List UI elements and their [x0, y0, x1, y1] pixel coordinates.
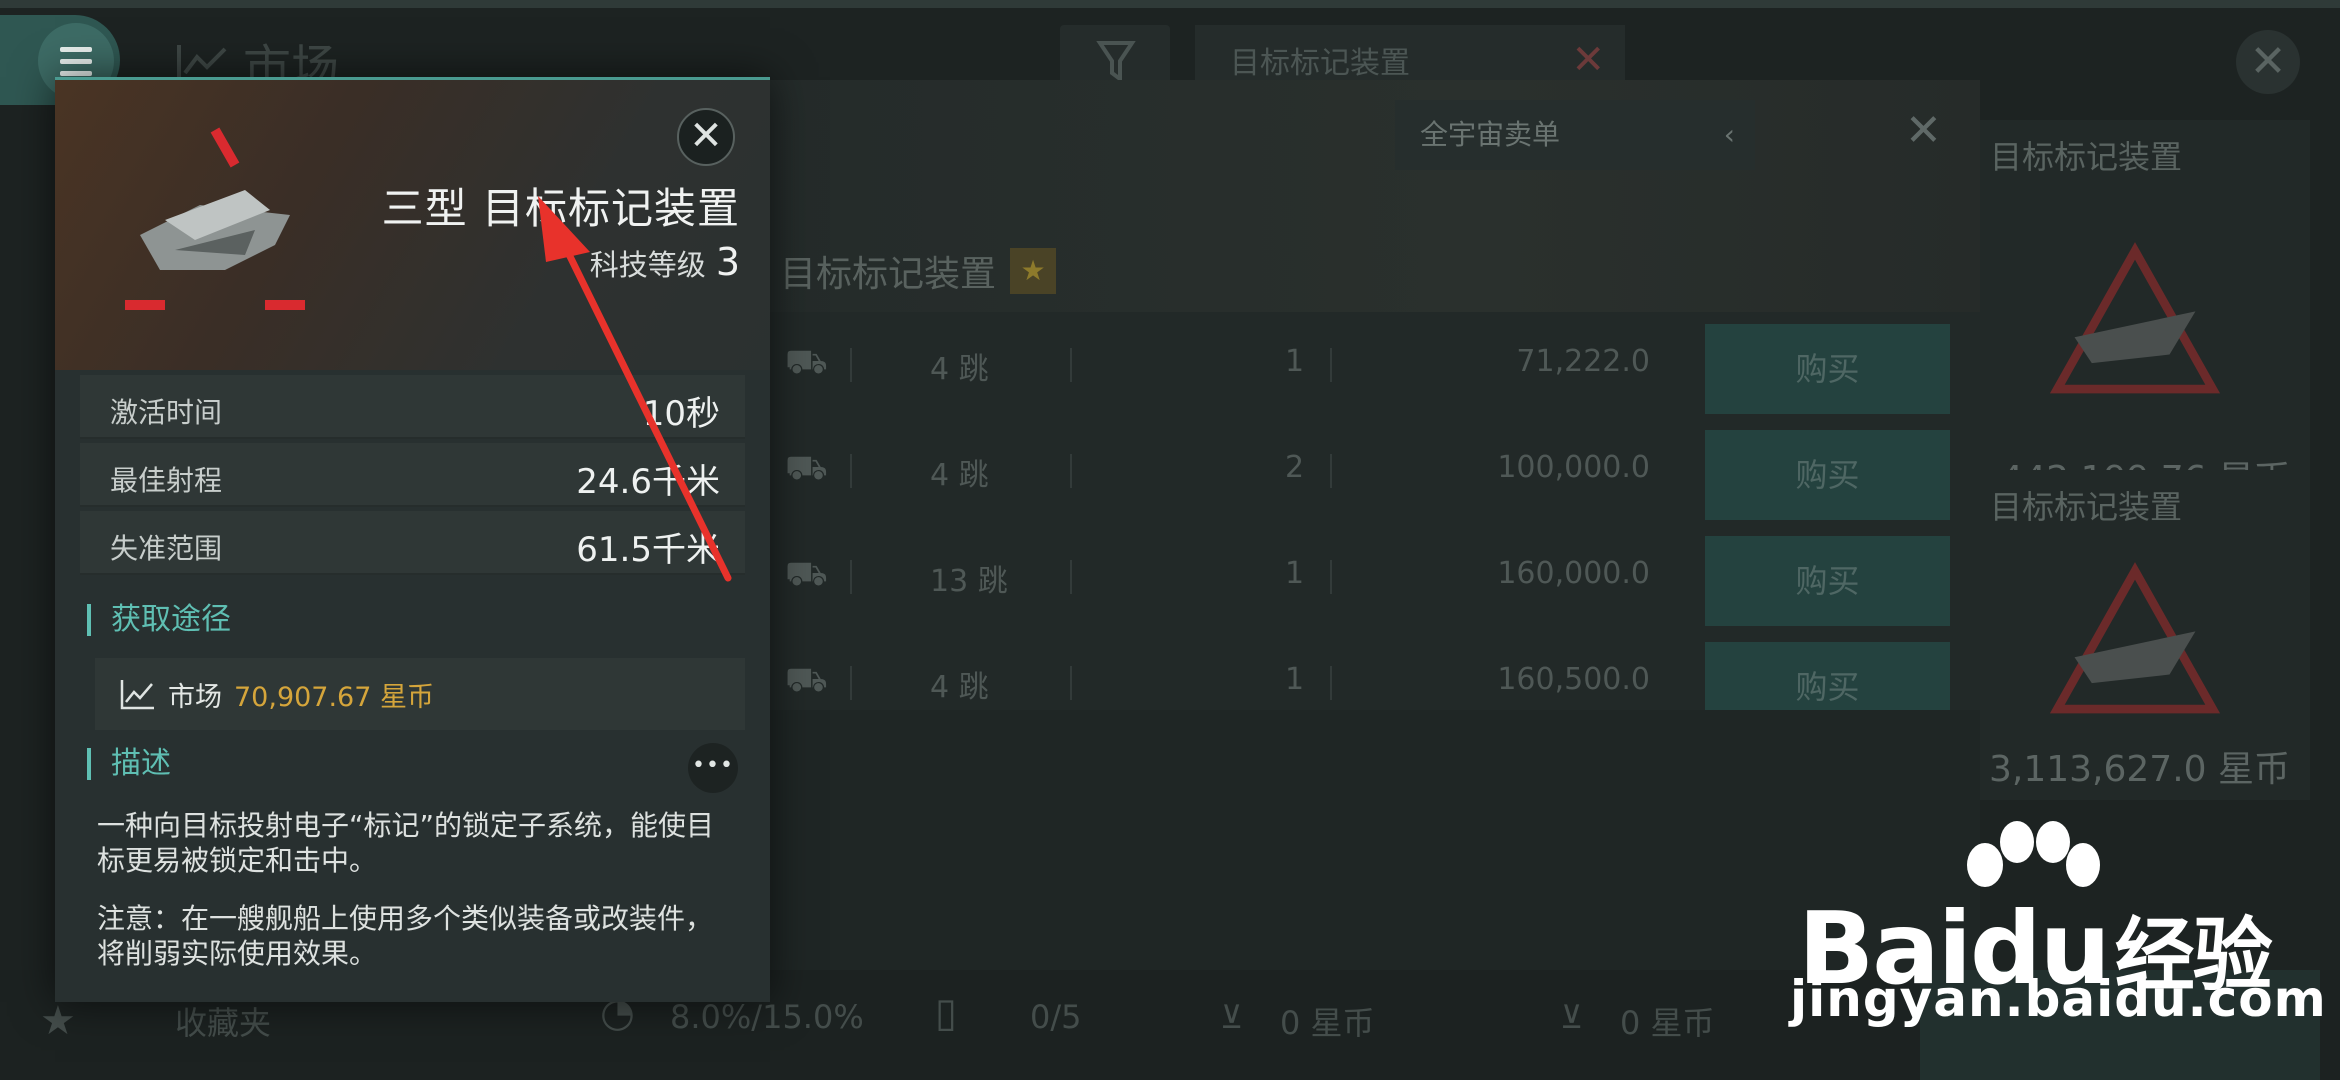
order-quantity: 1	[1285, 556, 1305, 591]
order-row: ⛟ 4 跳 1 160,500.0 购买	[740, 630, 1980, 710]
divider	[850, 560, 852, 594]
order-price: 71,222.0	[1516, 344, 1650, 379]
divider	[1330, 666, 1332, 700]
tech-level: 科技等级 3	[590, 240, 740, 284]
stat-label: 失准范围	[110, 532, 223, 565]
compare-item-name: 目标标记装置	[1990, 138, 2183, 176]
ship-route-icon: ⛟	[785, 660, 828, 700]
cart-icon: ⊻	[1220, 998, 1244, 1036]
buy-button[interactable]: 购买	[1705, 324, 1950, 414]
cost-total-1: 0 星币	[1280, 1004, 1375, 1042]
divider	[1070, 454, 1072, 488]
compare-card[interactable]: 目标标记装置 3,113,627.0 星币	[1980, 470, 2310, 800]
market-source-link[interactable]: 市场 70,907.67 星币	[95, 658, 745, 730]
order-row: ⛟ 13 跳 1 160,000.0 购买	[740, 524, 1980, 630]
ship-route-icon: ⛟	[785, 554, 828, 594]
buy-button[interactable]: 购买	[1705, 536, 1950, 626]
order-slot-icon: ▯	[935, 990, 958, 1036]
target-painter-icon	[2049, 242, 2221, 394]
order-price: 160,000.0	[1497, 556, 1650, 591]
target-painter-icon	[2049, 562, 2221, 714]
divider	[850, 666, 852, 700]
order-jumps: 4 跳	[930, 458, 989, 493]
baidu-watermark: Baidu经验 jingyan.baidu.com	[1790, 821, 2330, 1030]
stat-label: 激活时间	[110, 396, 223, 429]
order-price: 160,500.0	[1497, 662, 1650, 697]
description-note: 注意：在一艘舰船上使用多个类似装备或改装件，将削弱实际使用效果。	[97, 902, 714, 970]
buy-button[interactable]: 购买	[1705, 430, 1950, 520]
favorites-tab[interactable]: 收藏夹	[175, 998, 271, 1044]
divider	[850, 348, 852, 382]
order-quantity: 1	[1285, 344, 1305, 379]
stat-row-optimal-range: 最佳射程 24.6千米	[80, 443, 745, 507]
tech-level-value: 3	[715, 240, 740, 284]
order-row: ⛟ 4 跳 1 71,222.0 购买	[740, 312, 1980, 418]
stat-row-activation-time: 激活时间 10秒	[80, 375, 745, 439]
divider	[1330, 454, 1332, 488]
divider	[1070, 666, 1072, 700]
favorite-star-icon[interactable]: ★	[1010, 248, 1057, 294]
stat-value: 61.5千米	[576, 530, 720, 570]
order-quantity: 2	[1285, 450, 1305, 485]
orders-close-button[interactable]: ✕	[1905, 105, 1942, 156]
order-jumps: 4 跳	[930, 352, 989, 387]
orders-item-title: 目标标记装置 ★	[780, 245, 1057, 297]
source-price: 70,907.67 星币	[234, 681, 434, 713]
top-border	[0, 0, 2340, 8]
divider	[850, 454, 852, 488]
ship-route-icon: ⛟	[785, 342, 828, 382]
tax-rate: 8.0%/15.0%	[670, 998, 864, 1036]
divider	[1330, 560, 1332, 594]
source-label: 市场	[168, 681, 222, 713]
cart-icon: ⊻	[1560, 998, 1584, 1036]
divider	[1070, 560, 1072, 594]
compare-item-price: 3,113,627.0 星币	[1988, 749, 2290, 790]
stat-label: 最佳射程	[110, 464, 223, 497]
buy-button[interactable]: 购买	[1705, 642, 1950, 710]
watermark-url: jingyan.baidu.com	[1790, 970, 2327, 1028]
tech-level-label: 科技等级	[589, 248, 706, 282]
star-icon[interactable]: ★	[40, 998, 76, 1044]
close-button[interactable]: ✕	[677, 108, 735, 166]
cost-total-2: 0 星币	[1620, 1004, 1715, 1042]
compare-item-name: 目标标记装置	[1990, 488, 2183, 526]
source-heading: 获取途径	[87, 604, 231, 636]
chart-line-icon	[120, 680, 154, 710]
target-painter-icon	[125, 127, 305, 310]
order-jumps: 4 跳	[930, 670, 989, 705]
order-slots: 0/5	[1030, 998, 1082, 1036]
divider	[1330, 348, 1332, 382]
stat-value: 10秒	[642, 394, 720, 434]
search-text: 目标标记装置	[1230, 46, 1410, 81]
order-jumps: 13 跳	[930, 564, 1008, 599]
order-price: 100,000.0	[1497, 450, 1650, 485]
orders-item-name: 目标标记装置	[780, 254, 997, 295]
description-heading: 描述	[87, 748, 171, 780]
universe-orders-dropdown[interactable]: 全宇宙卖单 ‹	[1395, 100, 1755, 170]
order-row: ⛟ 4 跳 2 100,000.0 购买	[740, 418, 1980, 524]
divider	[1070, 348, 1072, 382]
stat-row-falloff: 失准范围 61.5千米	[80, 511, 745, 575]
ship-route-icon: ⛟	[785, 448, 828, 488]
stat-value: 24.6千米	[576, 462, 720, 502]
clear-search-icon[interactable]: ✕	[1571, 37, 1605, 83]
order-quantity: 1	[1285, 662, 1305, 697]
description-text: 一种向目标投射电子“标记”的锁定子系统，能使目标更易被锁定和击中。	[97, 809, 715, 877]
universe-orders-label: 全宇宙卖单	[1420, 118, 1561, 151]
item-detail-panel: ✕ 三型 目标标记装置 科技等级 3 激活时间 10秒 最佳射程 24.6千米 …	[55, 77, 770, 1002]
compare-card[interactable]: 目标标记装置 442,199.76 星币	[1980, 120, 2310, 500]
item-name: 三型 目标标记装置	[381, 184, 740, 233]
chevron-left-icon: ‹	[1723, 118, 1735, 151]
more-options-button[interactable]: •••	[688, 743, 738, 793]
